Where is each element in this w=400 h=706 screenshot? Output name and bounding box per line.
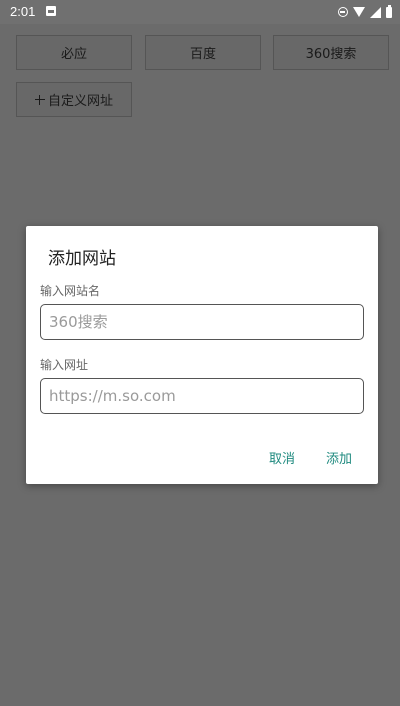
battery-icon: [386, 4, 392, 18]
do-not-disturb-icon: [338, 7, 348, 17]
site-name-label: 输入网站名: [40, 284, 101, 298]
site-url-label: 输入网址: [40, 358, 89, 372]
status-icons: [338, 4, 392, 19]
engine-button-baidu[interactable]: 百度: [145, 35, 261, 70]
status-bar: 2:01: [0, 0, 400, 24]
engine-button-label: 必应: [60, 47, 87, 62]
signal-icon: [370, 6, 381, 18]
engine-button-biying[interactable]: 必应: [16, 35, 132, 70]
engine-button-label: 360搜索: [305, 47, 357, 62]
dialog-title: 添加网站: [48, 249, 116, 269]
plus-icon: [34, 94, 45, 105]
status-time: 2:01: [10, 4, 36, 19]
engine-button-360[interactable]: 360搜索: [273, 35, 389, 70]
notification-icon: [46, 6, 56, 16]
wifi-icon: [353, 7, 365, 17]
custom-url-label: 自定义网址: [47, 94, 113, 109]
site-name-input[interactable]: [40, 304, 364, 340]
engine-button-label: 百度: [189, 47, 216, 62]
add-button[interactable]: 添加: [326, 448, 352, 467]
add-website-dialog: 添加网站 输入网站名 输入网址 取消 添加: [26, 226, 378, 484]
custom-url-button[interactable]: 自定义网址: [16, 82, 132, 117]
cancel-button[interactable]: 取消: [269, 448, 295, 467]
site-url-input[interactable]: [40, 378, 364, 414]
